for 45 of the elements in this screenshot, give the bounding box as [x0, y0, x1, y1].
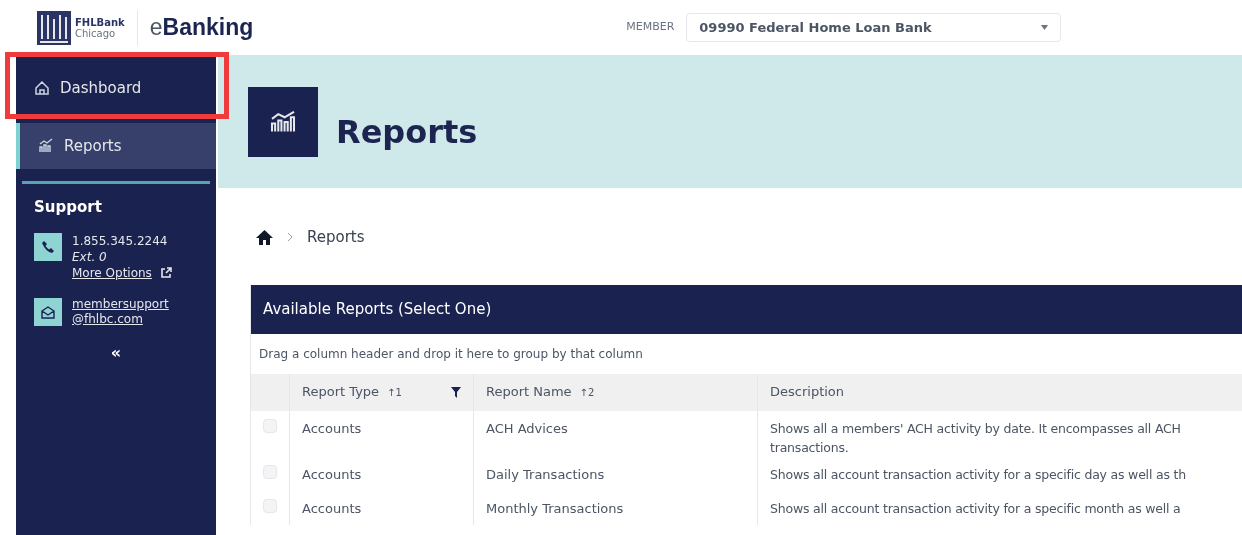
logo-icon: [37, 10, 71, 45]
table-cell-text: Shows all account transaction activity for a specific month as well a: [770, 499, 1182, 518]
table-cell: Accounts: [302, 420, 362, 436]
external-link-icon: [159, 266, 172, 279]
breadcrumb-item[interactable]: Reports: [307, 226, 365, 249]
phone-icon: [34, 232, 62, 261]
home-icon[interactable]: [256, 229, 273, 245]
support-heading: Support: [33, 197, 103, 218]
logo-subtext: Chicago: [75, 27, 117, 39]
column-header[interactable]: Report Type ↑1: [289, 373, 473, 411]
email-icon: [34, 297, 62, 326]
collapse-button[interactable]: «: [110, 340, 122, 365]
more-options-link[interactable]: More Options: [72, 264, 152, 281]
table-cell: Daily Transactions: [486, 466, 605, 482]
table-cell: Accounts: [302, 466, 362, 482]
column-header[interactable]: Report Name ↑2: [473, 373, 757, 411]
table-cell-text: Shows all account transaction activity for a specific day as well as th: [770, 465, 1187, 484]
page-title: Reports: [336, 111, 478, 153]
table-title: Available Reports (Select One): [263, 298, 492, 320]
home-icon: [34, 80, 50, 96]
group-hint: Drag a column header and drop it here to group by that column: [258, 345, 644, 363]
email-link[interactable]: membersupport @fhlbc.com: [72, 296, 169, 327]
table-cell: Accounts: [302, 500, 362, 516]
table-cell-text: Shows all a members' ACH activity by date. It encompasses all ACH transactions.: [770, 419, 1182, 457]
chevron-icon: [287, 232, 293, 243]
sort-indicator: ↑1: [387, 385, 402, 400]
bar-chart-icon: [38, 138, 54, 154]
member-dropdown[interactable]: 09990 Federal Home Loan Bank: [686, 13, 1062, 42]
caret-icon: [1041, 25, 1049, 30]
table-cell: ACH Advices: [486, 420, 568, 436]
app-name: eBanking: [149, 13, 254, 43]
phone-extension: Ext. 0: [72, 248, 108, 265]
filter-icon[interactable]: [451, 386, 461, 398]
nav-item[interactable]: Dashboard: [16, 65, 216, 111]
reports-icon: [248, 86, 318, 157]
phone-number: 1.855.345.2244: [72, 232, 169, 249]
member-label: MEMBER: [626, 19, 675, 36]
table-cell: Monthly Transactions: [486, 500, 624, 516]
logo-text: FHLBank: [75, 16, 125, 28]
sort-indicator: ↑2: [579, 385, 595, 400]
row-checkbox[interactable]: [263, 418, 277, 433]
row-checkbox[interactable]: [263, 464, 277, 479]
column-header[interactable]: Description: [757, 373, 1242, 411]
row-checkbox[interactable]: [263, 498, 277, 513]
nav-item[interactable]: Reports: [16, 123, 216, 169]
